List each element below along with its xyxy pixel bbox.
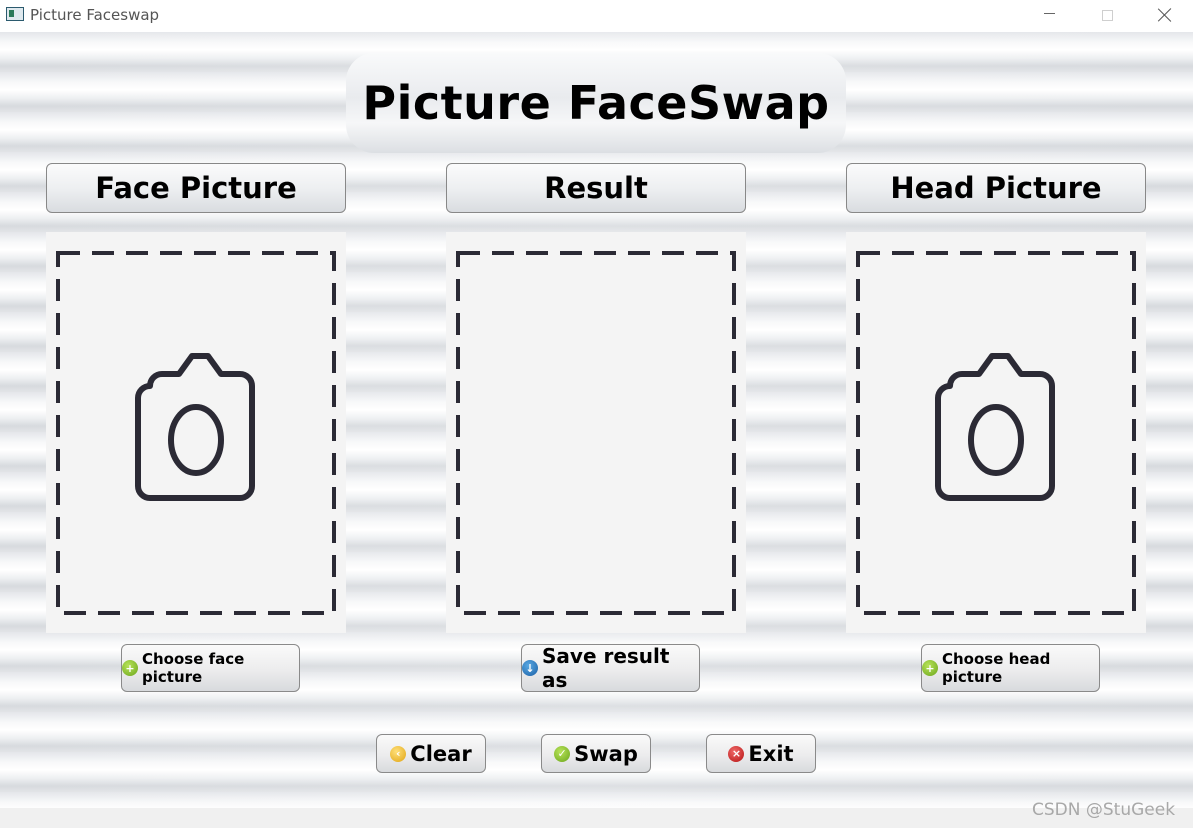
face-picture-header: Face Picture [46, 163, 346, 213]
clear-button[interactable]: ‹ Clear [376, 734, 486, 773]
clear-label: Clear [410, 741, 472, 766]
close-icon [1158, 8, 1172, 22]
head-picture-panel[interactable] [846, 232, 1146, 633]
exit-label: Exit [748, 741, 794, 766]
swap-button[interactable]: ✓ Swap [541, 734, 651, 773]
back-circle-icon: ‹ [390, 745, 407, 762]
choose-face-picture-label: Choose face picture [142, 650, 245, 686]
close-button[interactable] [1136, 0, 1193, 30]
choose-face-picture-button[interactable]: + Choose face picture [121, 644, 300, 692]
result-dashed-border [456, 251, 736, 615]
minimize-button[interactable] [1020, 0, 1078, 30]
minimize-icon [1043, 12, 1055, 14]
face-dashed-border [56, 251, 336, 615]
maximize-button[interactable] [1078, 0, 1136, 30]
camera-icon [935, 353, 1055, 501]
save-result-as-button[interactable]: ↓ Save result as [521, 644, 700, 692]
result-panel [446, 232, 746, 633]
save-result-as-label: Save result as [542, 644, 670, 692]
plus-circle-icon: + [122, 660, 138, 676]
x-circle-icon: × [728, 745, 745, 762]
title-banner: Picture FaceSwap [346, 53, 846, 153]
result-header: Result [446, 163, 746, 213]
window-title: Picture Faceswap [30, 6, 160, 24]
check-circle-icon: ✓ [554, 745, 571, 762]
page-title: Picture FaceSwap [362, 76, 830, 130]
exit-button[interactable]: × Exit [706, 734, 816, 773]
download-circle-icon: ↓ [522, 660, 538, 676]
camera-icon [135, 353, 255, 501]
bottom-strip [0, 808, 1193, 828]
watermark: CSDN @StuGeek [1032, 800, 1176, 820]
choose-head-picture-label: Choose head picture [942, 650, 1051, 686]
maximize-icon [1101, 9, 1113, 21]
choose-head-picture-button[interactable]: + Choose head picture [921, 644, 1100, 692]
swap-label: Swap [574, 741, 638, 766]
face-picture-panel[interactable] [46, 232, 346, 633]
app-icon [6, 7, 24, 21]
window-titlebar: Picture Faceswap [0, 0, 1193, 32]
plus-circle-icon: + [922, 660, 938, 676]
head-dashed-border [856, 251, 1136, 615]
head-picture-header: Head Picture [846, 163, 1146, 213]
